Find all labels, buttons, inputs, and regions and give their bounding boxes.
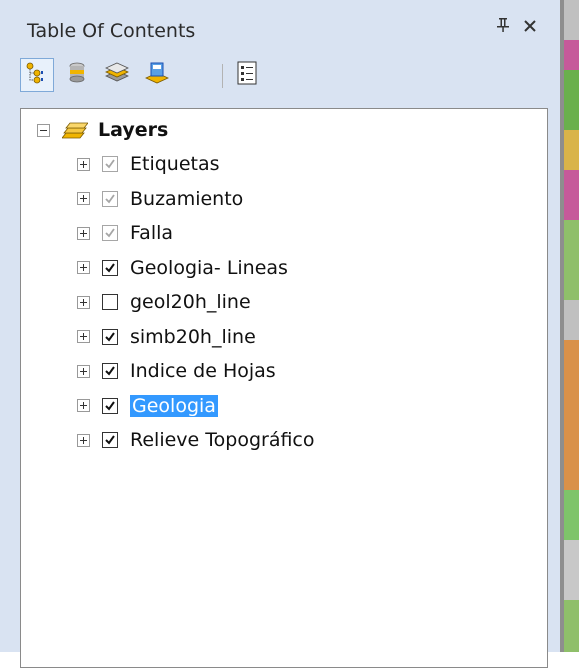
list-by-visibility-icon [104, 61, 130, 89]
layer-label[interactable]: Falla [130, 222, 173, 244]
layer-row[interactable]: Indice de Hojas [77, 354, 276, 388]
layer-label[interactable]: Geologia [130, 394, 218, 417]
map-fragment [564, 0, 579, 40]
list-by-visibility-button[interactable] [100, 58, 134, 92]
layer-visibility-checkbox[interactable] [102, 190, 118, 207]
expand-icon[interactable] [77, 157, 90, 171]
expand-icon[interactable] [77, 399, 90, 412]
layer-row[interactable]: Buzamiento [77, 182, 243, 216]
map-fragment [564, 300, 579, 340]
list-by-selection-button[interactable] [140, 58, 174, 92]
map-fragment [564, 600, 579, 652]
pin-icon[interactable] [496, 17, 510, 38]
list-by-selection-icon [145, 61, 169, 89]
map-fragment [564, 490, 579, 540]
layer-label[interactable]: geol20h_line [130, 291, 251, 313]
map-fragment [564, 70, 579, 130]
layer-label[interactable]: Buzamiento [130, 188, 243, 210]
table-of-contents-panel: Table Of Contents Layers Etiquetas Buzam… [0, 0, 560, 668]
layer-row[interactable]: Geologia- Lineas [77, 251, 288, 285]
tree-root-layers[interactable]: Layers [37, 113, 168, 147]
layer-label[interactable]: Relieve Topográfico [130, 429, 315, 451]
layer-tree: Layers Etiquetas Buzamiento Falla Geologia-… [20, 108, 548, 668]
expand-icon[interactable] [77, 192, 90, 205]
layers-root-label: Layers [98, 119, 169, 141]
layer-label[interactable]: Indice de Hojas [130, 360, 276, 382]
layer-row[interactable]: geol20h_line [77, 285, 251, 319]
layer-visibility-checkbox[interactable] [102, 432, 118, 448]
layer-visibility-checkbox[interactable] [102, 225, 118, 241]
collapse-icon[interactable] [37, 123, 50, 137]
layers-stack-icon [62, 120, 88, 140]
toc-titlebar: Table Of Contents [0, 0, 560, 62]
options-button[interactable] [230, 58, 264, 92]
expand-icon[interactable] [77, 330, 90, 343]
toc-title: Table Of Contents [27, 20, 196, 42]
layer-row[interactable]: Geologia [77, 389, 218, 423]
map-fragment [564, 220, 579, 300]
map-view-edge[interactable] [560, 0, 579, 652]
list-by-drawing-order-icon [25, 61, 49, 89]
layer-row[interactable]: Falla [77, 216, 173, 250]
expand-icon[interactable] [77, 295, 90, 309]
layer-visibility-checkbox[interactable] [102, 363, 118, 379]
map-fragment [564, 170, 579, 220]
layer-row[interactable]: Etiquetas [77, 147, 220, 181]
layer-label[interactable]: Etiquetas [130, 153, 220, 175]
layer-visibility-checkbox[interactable] [102, 328, 118, 345]
list-by-source-button[interactable] [60, 58, 94, 92]
expand-icon[interactable] [77, 364, 90, 378]
close-icon[interactable] [523, 14, 537, 39]
list-by-source-icon [65, 61, 89, 89]
options-icon [236, 61, 258, 89]
expand-icon[interactable] [77, 433, 90, 447]
toolbar-separator [222, 64, 223, 88]
layer-visibility-checkbox[interactable] [102, 156, 118, 172]
layer-visibility-checkbox[interactable] [102, 259, 118, 276]
toc-toolbar [20, 58, 420, 98]
layer-visibility-checkbox[interactable] [102, 294, 118, 310]
layer-row[interactable]: simb20h_line [77, 320, 256, 354]
layer-label[interactable]: simb20h_line [130, 326, 256, 348]
expand-icon[interactable] [77, 226, 90, 240]
layer-visibility-checkbox[interactable] [102, 397, 118, 414]
map-fragment [564, 130, 579, 170]
list-by-drawing-order-button[interactable] [20, 58, 54, 92]
map-fragment [564, 540, 579, 600]
layer-label[interactable]: Geologia- Lineas [130, 257, 288, 279]
expand-icon[interactable] [77, 261, 90, 274]
map-fragment [564, 40, 579, 70]
map-fragment [564, 340, 579, 490]
layer-row[interactable]: Relieve Topográfico [77, 423, 315, 457]
